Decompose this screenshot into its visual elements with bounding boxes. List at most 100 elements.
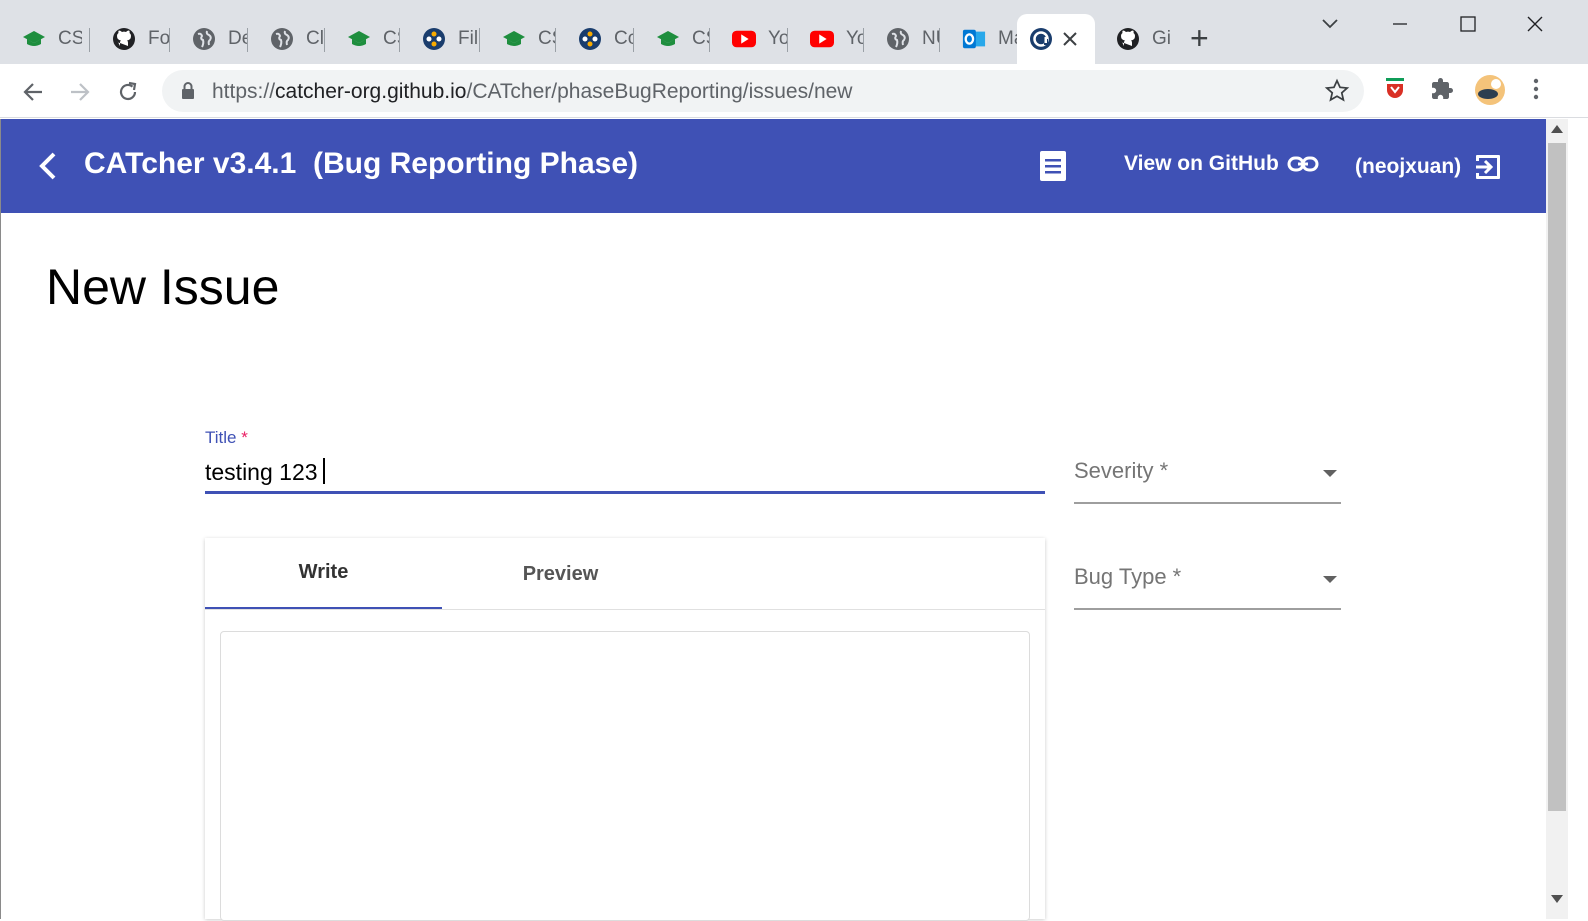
- browser-tab[interactable]: [1017, 14, 1095, 64]
- url-scheme: https://: [212, 80, 276, 103]
- url-host: catcher-org.github.io: [275, 80, 467, 103]
- close-icon: [1527, 16, 1543, 32]
- chevron-down-icon: [1322, 19, 1338, 29]
- reload-button[interactable]: [110, 74, 146, 110]
- app-icon: [422, 27, 446, 51]
- text-cursor: [323, 458, 325, 484]
- bookmark-star-icon[interactable]: [1324, 78, 1350, 104]
- tab-search-button[interactable]: [1298, 8, 1362, 40]
- browser-tab[interactable]: Fil: [400, 14, 480, 64]
- youtube-icon: [732, 27, 756, 51]
- tab-title: Cl: [306, 28, 324, 49]
- browser-tab[interactable]: De: [170, 14, 248, 64]
- view-on-github-link[interactable]: View on GitHub: [1124, 152, 1319, 176]
- title-input[interactable]: [205, 454, 1045, 494]
- browser-tab[interactable]: CS: [0, 14, 90, 64]
- title-label-text: Title: [205, 428, 237, 447]
- url-path: /CATcher/phaseBugReporting/issues/new: [466, 80, 853, 103]
- extension-shield-icon[interactable]: [1384, 77, 1406, 101]
- browser-tab[interactable]: Yo: [710, 14, 788, 64]
- arrow-right-icon: [71, 83, 90, 101]
- profile-avatar-icon[interactable]: [1474, 74, 1506, 106]
- view-on-github-label: View on GitHub: [1124, 152, 1279, 175]
- back-button[interactable]: [15, 74, 51, 110]
- scroll-down-arrow-icon[interactable]: [1551, 895, 1563, 903]
- graduation-cap-icon: [347, 27, 371, 51]
- page-heading: New Issue: [46, 259, 280, 315]
- tab-title: CS: [692, 28, 710, 49]
- github-icon: [112, 27, 136, 51]
- description-editor: Write Preview: [205, 538, 1045, 921]
- page-scrollbar[interactable]: [1546, 119, 1568, 919]
- minimize-icon: [1393, 23, 1407, 25]
- menu-kebab-icon[interactable]: [1530, 77, 1542, 101]
- browser-tab[interactable]: CS: [634, 14, 710, 64]
- required-asterisk: *: [241, 428, 248, 447]
- severity-placeholder: Severity *: [1074, 458, 1169, 483]
- app-icon: [578, 27, 602, 51]
- tab-title: Fil: [458, 28, 479, 49]
- outlook-icon: [962, 27, 986, 51]
- browser-tab[interactable]: Yo: [788, 14, 864, 64]
- youtube-icon: [810, 27, 834, 51]
- logout-button[interactable]: (neojxuan): [1355, 152, 1503, 182]
- tab-title: Gi: [1152, 28, 1171, 49]
- globe-icon: [192, 27, 216, 51]
- browser-tab[interactable]: CS: [480, 14, 556, 64]
- tab-title: Yo: [846, 28, 864, 49]
- back-chevron-icon[interactable]: [36, 151, 58, 181]
- browser-tab[interactable]: Gi: [1094, 14, 1176, 64]
- browser-toolbar: https://catcher-org.github.io/CATcher/ph…: [0, 64, 1588, 118]
- arrow-left-icon: [23, 83, 42, 101]
- link-icon: [1287, 156, 1319, 172]
- browser-tab[interactable]: Ma: [940, 14, 1017, 64]
- description-textarea[interactable]: [220, 631, 1030, 921]
- globe-icon: [886, 27, 910, 51]
- extensions-puzzle-icon[interactable]: [1430, 77, 1454, 101]
- document-icon[interactable]: [1038, 149, 1068, 183]
- tab-title: De: [228, 28, 248, 49]
- minimize-button[interactable]: [1368, 8, 1432, 40]
- dropdown-arrow-icon: [1323, 576, 1337, 583]
- github-icon: [1116, 27, 1140, 51]
- browser-tab[interactable]: NU: [864, 14, 940, 64]
- tab-title: Cc: [614, 28, 634, 49]
- close-window-button[interactable]: [1503, 8, 1567, 40]
- scroll-up-arrow-icon[interactable]: [1551, 125, 1563, 133]
- bug-type-placeholder: Bug Type *: [1074, 564, 1182, 589]
- scrollbar-thumb[interactable]: [1548, 143, 1566, 811]
- graduation-cap-icon: [656, 27, 680, 51]
- tab-title: NU: [922, 28, 940, 49]
- browser-tab[interactable]: Cl: [248, 14, 325, 64]
- lock-icon: [182, 82, 194, 99]
- severity-select[interactable]: Severity *: [1074, 454, 1341, 504]
- bug-type-select[interactable]: Bug Type *: [1074, 560, 1341, 610]
- browser-tab[interactable]: Fo: [90, 14, 170, 64]
- title-field-label: Title *: [205, 428, 248, 448]
- tab-divider: [205, 609, 1045, 610]
- url-text: https://catcher-org.github.io/CATcher/ph…: [212, 80, 852, 104]
- new-tab-button[interactable]: +: [1190, 22, 1209, 54]
- dropdown-arrow-icon: [1323, 470, 1337, 477]
- address-bar[interactable]: https://catcher-org.github.io/CATcher/ph…: [162, 70, 1364, 112]
- browser-tab[interactable]: Cc: [556, 14, 634, 64]
- forward-button[interactable]: [62, 74, 98, 110]
- tab-close-icon[interactable]: [1063, 26, 1077, 52]
- graduation-cap-icon: [502, 27, 526, 51]
- tab-preview[interactable]: Preview: [442, 538, 679, 610]
- tab-title: Fo: [148, 28, 170, 49]
- username: (neojxuan): [1355, 155, 1462, 178]
- reload-icon: [119, 81, 137, 101]
- tab-title: Ma: [998, 28, 1017, 49]
- tab-write[interactable]: Write: [205, 538, 442, 610]
- app-header: CATcher v3.4.1 (Bug Reporting Phase) Vie…: [0, 119, 1546, 213]
- graduation-cap-icon: [22, 27, 46, 51]
- tab-title: Yo: [768, 28, 788, 49]
- tab-title: CS: [58, 28, 82, 49]
- page-border: [0, 119, 1, 919]
- browser-tab[interactable]: CS: [325, 14, 400, 64]
- tab-title: CS: [383, 28, 400, 49]
- globe-icon: [270, 27, 294, 51]
- catcher-icon: [1029, 27, 1053, 51]
- maximize-button[interactable]: [1436, 8, 1500, 40]
